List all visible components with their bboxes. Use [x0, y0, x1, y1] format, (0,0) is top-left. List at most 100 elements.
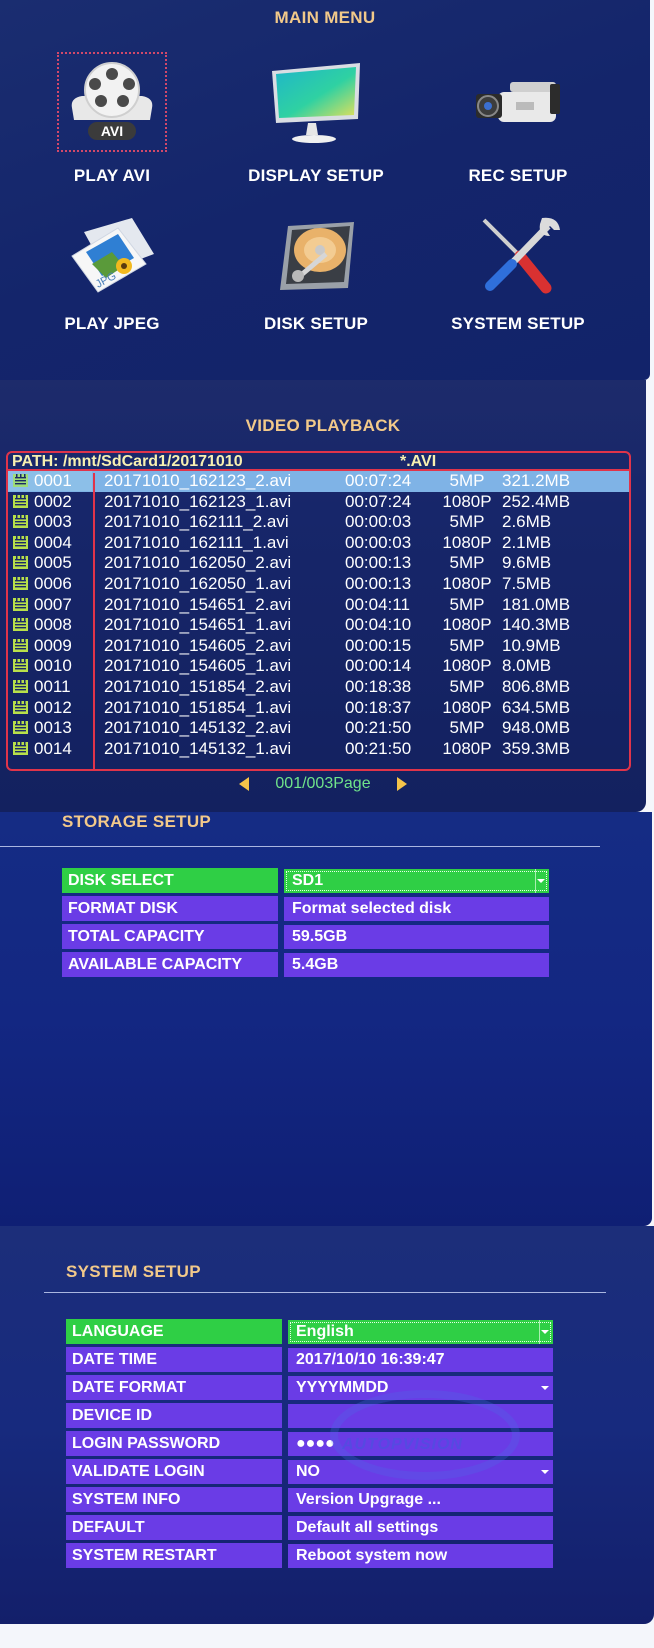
file-row[interactable]: 0008 20171010_154651_1.avi 00:04:10 1080P 14…: [8, 615, 629, 636]
file-duration: 00:18:37: [345, 697, 412, 717]
file-size: 252.4MB: [502, 491, 571, 511]
chevron-down-icon[interactable]: [541, 1386, 549, 1390]
file-duration: 00:04:11: [345, 594, 410, 614]
menu-item-display-setup[interactable]: DISPLAY SETUP: [216, 52, 416, 186]
setting-field[interactable]: Default all settings: [288, 1516, 553, 1540]
menu-item-rec-setup[interactable]: REC SETUP: [418, 52, 618, 186]
page-indicator: 001/003Page: [275, 775, 371, 792]
file-size: 10.9MB: [502, 635, 561, 655]
storage-setup-title: STORAGE SETUP: [62, 812, 212, 831]
file-row[interactable]: 0011 20171010_151854_2.avi 00:18:38 5MP 806.…: [8, 677, 629, 698]
setting-value: SD1: [292, 872, 324, 889]
setting-dropdown[interactable]: YYYYMMDD: [288, 1376, 553, 1400]
chevron-down-icon[interactable]: [537, 879, 545, 883]
file-resolution: 5MP: [449, 512, 485, 532]
setting-dropdown[interactable]: SD1: [284, 869, 549, 893]
setting-field[interactable]: [288, 1404, 553, 1428]
setting-field[interactable]: 59.5GB: [284, 925, 549, 949]
video-file-icon: [13, 494, 28, 508]
file-resolution: 5MP: [449, 594, 485, 614]
file-row[interactable]: 0007 20171010_154651_2.avi 00:04:11 5MP 181.…: [8, 595, 629, 616]
file-name: 20171010_154605_1.avi: [104, 656, 292, 676]
file-row[interactable]: 0001 20171010_162123_2.avi 00:07:24 5MP 321.…: [8, 471, 629, 492]
setting-field[interactable]: Reboot system now: [288, 1544, 553, 1568]
file-duration: 00:00:15: [345, 635, 412, 655]
setting-label: DEVICE ID: [66, 1403, 282, 1428]
column-divider: [93, 473, 95, 769]
file-row[interactable]: 0005 20171010_162050_2.avi 00:00:13 5MP 9.6M…: [8, 553, 629, 574]
setting-dropdown[interactable]: NO: [288, 1460, 553, 1484]
jpg-image-icon: JPG: [71, 218, 154, 293]
setting-label: SYSTEM RESTART: [66, 1543, 282, 1568]
file-row[interactable]: 0014 20171010_145132_1.avi 00:21:50 1080P 35…: [8, 739, 629, 760]
setting-field[interactable]: ●●●●: [288, 1432, 553, 1456]
file-size: 948.0MB: [502, 718, 571, 738]
file-duration: 00:00:14: [345, 656, 412, 676]
setting-field[interactable]: 5.4GB: [284, 953, 549, 977]
setting-value: Reboot system now: [296, 1547, 448, 1564]
hard-disk-icon: [280, 222, 354, 290]
file-row[interactable]: 0002 20171010_162123_1.avi 00:07:24 1080P 25…: [8, 492, 629, 513]
file-rows: 0001 20171010_162123_2.avi 00:07:24 5MP 321.…: [8, 471, 629, 759]
menu-item-system-setup[interactable]: SYSTEM SETUP: [418, 210, 618, 334]
path-header: PATH: /mnt/SdCard1/20171010 *.AVI: [8, 453, 629, 471]
file-row[interactable]: 0004 20171010_162111_1.avi 00:00:03 1080P 2.…: [8, 533, 629, 554]
file-row[interactable]: 0009 20171010_154605_2.avi 00:00:15 5MP 10.9…: [8, 636, 629, 657]
file-row[interactable]: 0006 20171010_162050_1.avi 00:00:13 1080P 7.…: [8, 574, 629, 595]
setting-value: ●●●●: [296, 1435, 335, 1452]
setting-label: DATE TIME: [66, 1347, 282, 1372]
file-duration: 00:18:38: [345, 676, 412, 696]
menu-item-play-jpeg[interactable]: JPG PLAY JPEG: [12, 210, 212, 334]
file-list: PATH: /mnt/SdCard1/20171010 *.AVI 0001 20…: [6, 451, 631, 771]
setting-label: DEFAULT: [66, 1515, 282, 1540]
video-file-icon: [13, 597, 28, 611]
setting-field[interactable]: Format selected disk: [284, 897, 549, 921]
file-name: 20171010_154651_1.avi: [104, 615, 292, 635]
setting-field[interactable]: 2017/10/10 16:39:47: [288, 1348, 553, 1372]
file-duration: 00:04:10: [345, 615, 412, 635]
next-page-arrow-icon[interactable]: [397, 777, 408, 791]
file-name: 20171010_145132_1.avi: [104, 738, 292, 758]
menu-label: PLAY JPEG: [64, 314, 160, 333]
file-duration: 00:00:13: [345, 553, 412, 573]
setting-label: TOTAL CAPACITY: [62, 924, 278, 949]
video-file-icon: [13, 474, 28, 487]
pager: 001/003Page: [0, 775, 646, 799]
file-name: 20171010_162050_1.avi: [104, 573, 292, 593]
setting-value: Default all settings: [296, 1519, 439, 1536]
file-size: 8.0MB: [502, 656, 552, 676]
file-resolution: 1080P: [442, 615, 492, 635]
menu-item-disk-setup[interactable]: DISK SETUP: [216, 210, 416, 334]
file-name: 20171010_151854_2.avi: [104, 676, 292, 696]
video-file-icon: [13, 741, 28, 755]
file-duration: 00:07:24: [345, 471, 412, 490]
file-name: 20171010_154651_2.avi: [104, 594, 292, 614]
file-name: 20171010_154605_2.avi: [104, 635, 292, 655]
file-duration: 00:21:50: [345, 718, 412, 738]
menu-item-play-avi[interactable]: AVI PLAY AVI: [12, 52, 212, 186]
main-menu-panel: MAIN MENU AVI PLAY AVI DISPLAY SETUP REC…: [0, 0, 650, 380]
file-name: 20171010_151854_1.avi: [104, 697, 292, 717]
file-row[interactable]: 0010 20171010_154605_1.avi 00:00:14 1080P 8.…: [8, 656, 629, 677]
file-name: 20171010_162111_2.avi: [104, 512, 289, 532]
file-name: 20171010_162050_2.avi: [104, 553, 292, 573]
film-reel-avi-icon: AVI: [71, 62, 153, 140]
video-camera-icon: [476, 82, 560, 122]
setting-label: AVAILABLE CAPACITY: [62, 952, 278, 977]
chevron-down-icon[interactable]: [541, 1470, 549, 1474]
path-text: PATH: /mnt/SdCard1/20171010: [12, 453, 243, 470]
file-resolution: 5MP: [449, 553, 485, 573]
setting-field[interactable]: Version Upgrage ...: [288, 1488, 553, 1512]
file-row[interactable]: 0012 20171010_151854_1.avi 00:18:37 1080P 63…: [8, 698, 629, 719]
storage-setup-panel: STORAGE SETUP DISK SELECT SD1 FORMAT DISK F…: [0, 812, 652, 1226]
file-row[interactable]: 0003 20171010_162111_2.avi 00:00:03 5MP 2.6M…: [8, 512, 629, 533]
setting-value: Version Upgrage ...: [296, 1491, 441, 1508]
setting-label: LANGUAGE: [66, 1319, 282, 1344]
setting-dropdown[interactable]: English: [288, 1320, 553, 1344]
chevron-down-icon[interactable]: [541, 1330, 549, 1334]
file-row[interactable]: 0013 20171010_145132_2.avi 00:21:50 5MP 948.…: [8, 718, 629, 739]
file-duration: 00:07:24: [345, 491, 412, 511]
file-resolution: 1080P: [442, 573, 492, 593]
file-resolution: 5MP: [449, 676, 485, 696]
prev-page-arrow-icon[interactable]: [238, 777, 249, 791]
